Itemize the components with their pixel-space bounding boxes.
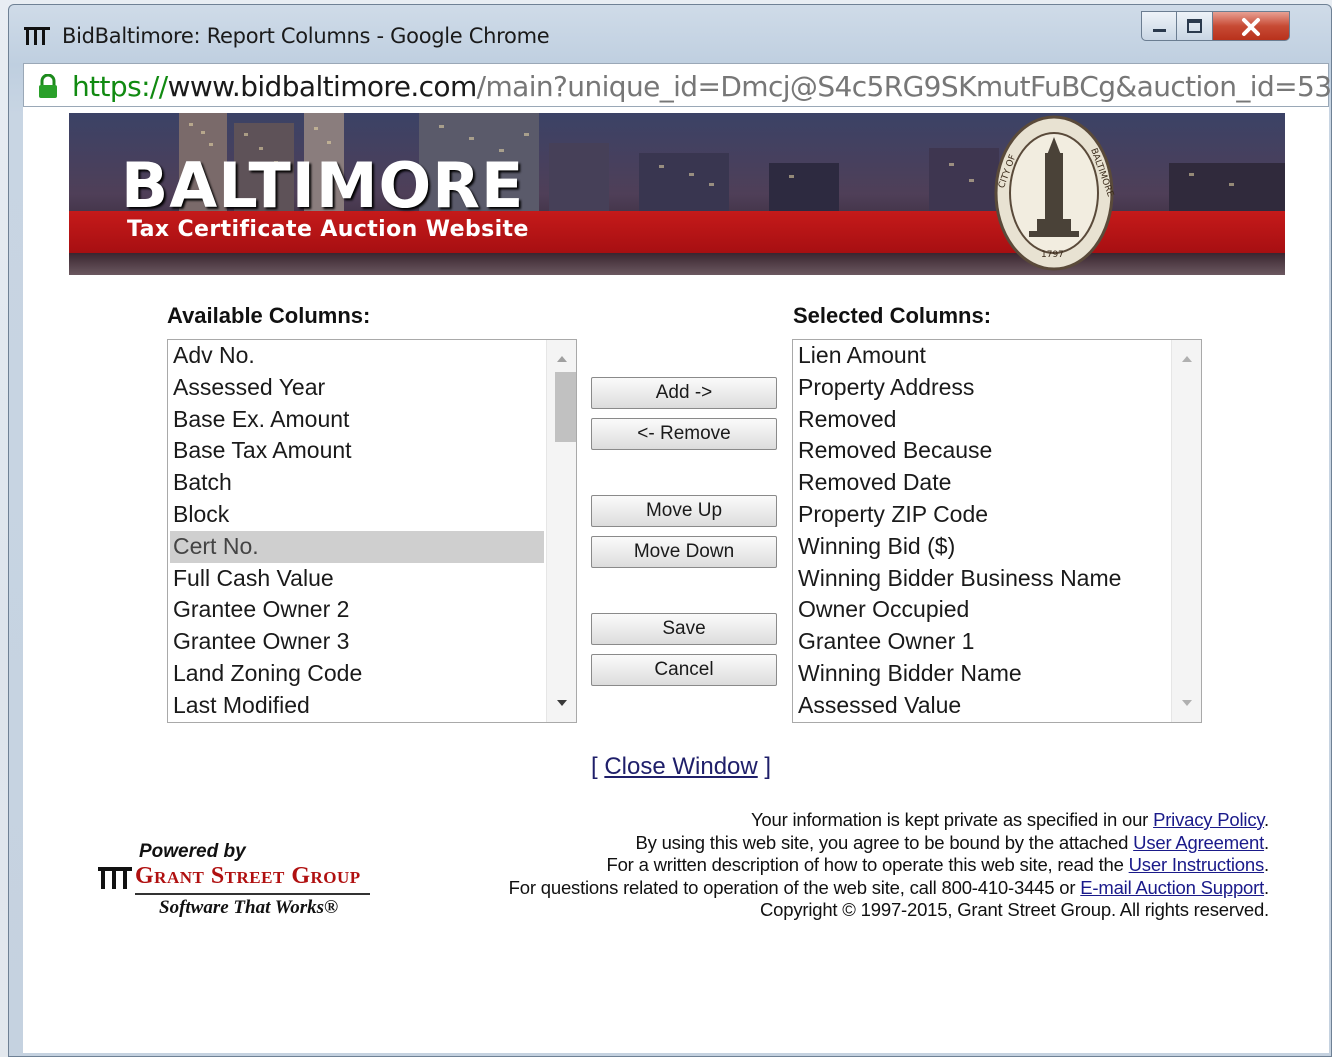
footer-text: Your information is kept private as spec… <box>750 809 1154 830</box>
address-bar[interactable]: https://www.bidbaltimore.com/main?unique… <box>23 63 1332 107</box>
selected-item[interactable]: Assessed Value <box>795 690 1169 722</box>
footer-text: . <box>1264 854 1269 876</box>
selected-item[interactable]: Winning Bid ($) <box>795 531 1169 563</box>
available-item-selected[interactable]: Cert No. <box>170 530 544 563</box>
selected-item[interactable]: Owner Occupied <box>795 594 1169 626</box>
email-support-link[interactable]: E-mail Auction Support <box>1080 877 1264 898</box>
available-item[interactable]: Base Ex. Amount <box>170 404 544 436</box>
privacy-policy-link[interactable]: Privacy Policy <box>1153 809 1264 830</box>
close-window-link-wrap: [ Close Window ] <box>591 753 771 781</box>
close-window-open-bracket: [ <box>591 753 598 780</box>
selected-item[interactable]: Winning Bidder Business Name <box>795 563 1169 595</box>
selected-item[interactable]: Removed Date <box>795 467 1169 499</box>
url-scheme: https:// <box>72 70 168 103</box>
page-content: BALTIMORE Tax Certificate Auction Websit… <box>23 107 1329 1053</box>
selected-item[interactable]: Lien Amount <box>795 340 1169 372</box>
move-down-button[interactable]: Move Down <box>591 536 777 568</box>
available-item[interactable]: Batch <box>170 467 544 499</box>
available-columns-heading: Available Columns: <box>167 303 371 328</box>
minimize-icon <box>1153 29 1166 32</box>
close-window-link[interactable]: Close Window <box>604 753 757 780</box>
close-icon <box>1242 18 1260 36</box>
minimize-button[interactable] <box>1141 11 1177 41</box>
grant-street-logo-icon <box>98 867 132 889</box>
maximize-icon <box>1187 19 1202 33</box>
scroll-up-arrow-icon[interactable] <box>1172 344 1202 370</box>
seal-year: 1797 <box>1041 250 1064 260</box>
move-up-button[interactable]: Move Up <box>591 495 777 527</box>
selected-item[interactable]: Removed <box>795 404 1169 436</box>
lock-icon <box>39 74 57 98</box>
available-item[interactable]: Block <box>170 499 544 531</box>
user-agreement-link[interactable]: User Agreement <box>1133 832 1264 853</box>
window-title: BidBaltimore: Report Columns - Google Ch… <box>62 24 550 48</box>
grant-street-group-wordmark: Grant Street Group <box>135 863 361 889</box>
footer-legal: Your information is kept private as spec… <box>369 809 1270 922</box>
scroll-down-arrow-icon[interactable] <box>547 692 577 718</box>
available-item[interactable]: Adv No. <box>170 340 544 372</box>
available-item[interactable]: Grantee Owner 2 <box>170 594 544 626</box>
url-path: /main?unique_id=Dmcj@S4c5RG9SKmutFuBCg&a… <box>476 70 1332 103</box>
scroll-thumb[interactable] <box>555 372 576 442</box>
selected-columns-heading: Selected Columns: <box>793 303 992 328</box>
available-columns-list[interactable]: Adv No. Assessed Year Base Ex. Amount Ba… <box>167 339 577 723</box>
available-item[interactable]: Full Cash Value <box>170 563 544 595</box>
available-item[interactable]: Land Zoning Code <box>170 658 544 690</box>
selected-item[interactable]: Property Address <box>795 372 1169 404</box>
banner-subtitle: Tax Certificate Auction Website <box>127 217 529 242</box>
close-button[interactable] <box>1213 11 1290 41</box>
title-bar[interactable]: BidBaltimore: Report Columns - Google Ch… <box>9 5 1331 61</box>
scroll-up-arrow-icon[interactable] <box>547 344 577 370</box>
remove-button[interactable]: <- Remove <box>591 418 777 450</box>
add-button[interactable]: Add -> <box>591 377 777 409</box>
logo-divider <box>135 893 370 895</box>
footer-line-support: For questions related to operation of th… <box>369 876 1270 900</box>
footer-text: . <box>1264 809 1269 830</box>
url-text[interactable]: https://www.bidbaltimore.com/main?unique… <box>72 70 1332 103</box>
footer-text: For questions related to operation of th… <box>508 876 1081 898</box>
selected-item[interactable]: Grantee Owner 1 <box>795 626 1169 658</box>
banner-title: BALTIMORE <box>121 149 525 222</box>
url-host: www.bidbaltimore.com <box>167 70 478 103</box>
scroll-down-arrow-icon[interactable] <box>1172 692 1202 718</box>
close-window-close-bracket: ] <box>764 753 772 780</box>
save-button[interactable]: Save <box>591 613 777 645</box>
selected-item[interactable]: Winning Bidder Name <box>795 658 1169 690</box>
browser-window: BidBaltimore: Report Columns - Google Ch… <box>8 4 1332 1057</box>
grant-street-icon <box>24 27 50 45</box>
logo-tagline: Software That Works® <box>159 897 339 918</box>
selected-columns-list[interactable]: Lien Amount Property Address Removed Rem… <box>792 339 1202 723</box>
footer-text: . <box>1264 876 1269 898</box>
footer-line-instructions: For a written description of how to oper… <box>369 854 1269 877</box>
powered-by-logo: Powered by Grant Street Group Software T… <box>97 837 377 927</box>
powered-by-text: Powered by <box>139 841 246 862</box>
available-item[interactable]: Last Modified <box>170 690 544 722</box>
header-banner: BALTIMORE Tax Certificate Auction Websit… <box>69 113 1285 275</box>
available-scrollbar[interactable] <box>546 340 576 722</box>
selected-item[interactable]: Property ZIP Code <box>795 499 1169 531</box>
footer-text: By using this web site, you agree to be … <box>635 831 1134 853</box>
maximize-button[interactable] <box>1177 11 1213 41</box>
cancel-button[interactable]: Cancel <box>591 654 777 686</box>
footer-text: . <box>1264 831 1269 853</box>
footer-line-agreement: By using this web site, you agree to be … <box>369 832 1269 855</box>
available-item[interactable]: Assessed Year <box>170 372 544 404</box>
footer-line-privacy: Your information is kept private as spec… <box>369 809 1269 832</box>
footer-copyright: Copyright © 1997-2015, Grant Street Grou… <box>759 899 1269 921</box>
selected-scrollbar[interactable] <box>1171 340 1201 722</box>
available-item[interactable]: Grantee Owner 3 <box>170 626 544 658</box>
footer-text: For a written description of how to oper… <box>606 854 1129 876</box>
available-item[interactable]: Base Tax Amount <box>170 435 544 467</box>
selected-item[interactable]: Removed Because <box>795 435 1169 467</box>
user-instructions-link[interactable]: User Instructions <box>1129 854 1265 875</box>
city-seal-icon: 1797 CITY OF BALTIMORE <box>994 115 1115 271</box>
